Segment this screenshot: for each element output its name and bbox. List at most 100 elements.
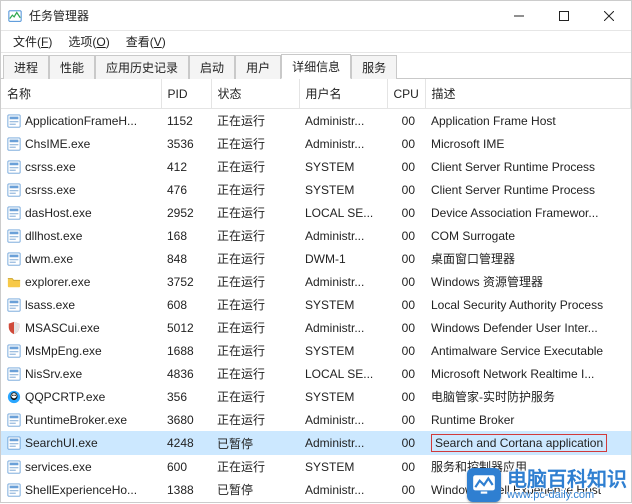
cell-state: 正在运行 [211, 316, 299, 339]
menu-file[interactable]: 文件(F) [5, 31, 60, 52]
table-row[interactable]: SearchUI.exe4248已暂停Administr...00Search … [1, 431, 631, 455]
tab-performance[interactable]: 性能 [49, 55, 95, 79]
app-icon [7, 8, 23, 24]
process-name: csrss.exe [25, 160, 76, 174]
process-icon [7, 252, 21, 266]
process-name: lsass.exe [25, 298, 75, 312]
tab-details[interactable]: 详细信息 [281, 54, 351, 79]
table-row[interactable]: dasHost.exe2952正在运行LOCAL SE...00Device A… [1, 201, 631, 224]
cell-state: 正在运行 [211, 293, 299, 316]
process-icon [7, 298, 21, 312]
cell-state: 正在运行 [211, 455, 299, 478]
maximize-button[interactable] [541, 1, 586, 31]
cell-user: SYSTEM [299, 455, 387, 478]
cell-cpu: 00 [387, 362, 425, 385]
column-cpu[interactable]: CPU [387, 79, 425, 109]
table-row[interactable]: RuntimeBroker.exe3680正在运行Administr...00R… [1, 408, 631, 431]
column-desc[interactable]: 描述 [425, 79, 631, 109]
cell-cpu: 00 [387, 109, 425, 133]
process-name: NisSrv.exe [25, 367, 82, 381]
table-row[interactable]: dwm.exe848正在运行DWM-100桌面窗口管理器 [1, 247, 631, 270]
cell-desc: Client Server Runtime Process [425, 155, 631, 178]
cell-user: Administr... [299, 408, 387, 431]
table-row[interactable]: explorer.exe3752正在运行Administr...00Window… [1, 270, 631, 293]
details-table: 名称 PID 状态 用户名 CPU 描述 ApplicationFrameH..… [1, 79, 631, 504]
table-row[interactable]: lsass.exe608正在运行SYSTEM00Local Security A… [1, 293, 631, 316]
cell-pid: 2952 [161, 201, 211, 224]
table-row[interactable]: ShellExperienceHo...1388已暂停Administr...0… [1, 478, 631, 501]
cell-pid: 608 [161, 293, 211, 316]
process-name: dwm.exe [25, 252, 73, 266]
minimize-button[interactable] [496, 1, 541, 31]
cell-user: Administr... [299, 316, 387, 339]
table-row[interactable]: MSASCui.exe5012正在运行Administr...00Windows… [1, 316, 631, 339]
process-name: MsMpEng.exe [25, 344, 102, 358]
cell-cpu: 00 [387, 431, 425, 455]
tab-processes[interactable]: 进程 [3, 55, 49, 79]
cell-desc: Windows Defender User Inter... [425, 316, 631, 339]
process-name: QQPCRTP.exe [25, 390, 105, 404]
cell-desc: Client Server Runtime Process [425, 178, 631, 201]
titlebar: 任务管理器 [1, 1, 631, 31]
table-row[interactable]: dllhost.exe168正在运行Administr...00COM Surr… [1, 224, 631, 247]
cell-cpu: 00 [387, 132, 425, 155]
process-name: csrss.exe [25, 183, 76, 197]
cell-pid: 168 [161, 224, 211, 247]
cell-pid: 3536 [161, 132, 211, 155]
process-name: services.exe [25, 460, 92, 474]
cell-state: 正在运行 [211, 339, 299, 362]
table-row[interactable]: services.exe600正在运行SYSTEM00服务和控制器应用 [1, 455, 631, 478]
process-icon [7, 229, 21, 243]
process-name: ShellExperienceHo... [25, 483, 137, 497]
cell-user: Administr... [299, 109, 387, 133]
cell-cpu: 00 [387, 270, 425, 293]
cell-pid: 356 [161, 385, 211, 408]
minimize-icon [514, 11, 524, 21]
column-state[interactable]: 状态 [211, 79, 299, 109]
tab-users[interactable]: 用户 [235, 55, 281, 79]
close-button[interactable] [586, 1, 631, 31]
cell-cpu: 00 [387, 408, 425, 431]
cell-cpu: 00 [387, 455, 425, 478]
cell-cpu: 00 [387, 178, 425, 201]
column-pid[interactable]: PID [161, 79, 211, 109]
process-icon [7, 114, 21, 128]
cell-cpu: 00 [387, 339, 425, 362]
menu-view[interactable]: 查看(V) [118, 31, 174, 52]
cell-user: Administr... [299, 431, 387, 455]
menu-options[interactable]: 选项(O) [60, 31, 117, 52]
table-row[interactable]: csrss.exe412正在运行SYSTEM00Client Server Ru… [1, 155, 631, 178]
cell-desc: Application Frame Host [425, 109, 631, 133]
process-name: dasHost.exe [25, 206, 92, 220]
cell-pid: 1152 [161, 109, 211, 133]
table-row[interactable]: ApplicationFrameH...1152正在运行Administr...… [1, 109, 631, 133]
cell-state: 正在运行 [211, 270, 299, 293]
tab-services[interactable]: 服务 [351, 55, 397, 79]
tab-app-history[interactable]: 应用历史记录 [95, 55, 189, 79]
table-row[interactable]: QQPCRTP.exe356正在运行SYSTEM00电脑管家-实时防护服务 [1, 385, 631, 408]
cell-state: 正在运行 [211, 155, 299, 178]
cell-cpu: 00 [387, 224, 425, 247]
table-row[interactable]: MsMpEng.exe1688正在运行SYSTEM00Antimalware S… [1, 339, 631, 362]
maximize-icon [559, 11, 569, 21]
column-user[interactable]: 用户名 [299, 79, 387, 109]
column-name[interactable]: 名称 [1, 79, 161, 109]
process-icon [7, 206, 21, 220]
table-row[interactable]: csrss.exe476正在运行SYSTEM00Client Server Ru… [1, 178, 631, 201]
cell-desc: Microsoft Network Realtime I... [425, 362, 631, 385]
cell-state: 正在运行 [211, 408, 299, 431]
tab-startup[interactable]: 启动 [189, 55, 235, 79]
column-header-row: 名称 PID 状态 用户名 CPU 描述 [1, 79, 631, 109]
table-row[interactable]: ChsIME.exe3536正在运行Administr...00Microsof… [1, 132, 631, 155]
cell-state: 正在运行 [211, 224, 299, 247]
process-name: ChsIME.exe [25, 137, 90, 151]
table-row[interactable]: NisSrv.exe4836正在运行LOCAL SE...00Microsoft… [1, 362, 631, 385]
cell-pid: 3680 [161, 408, 211, 431]
cell-state: 正在运行 [211, 178, 299, 201]
process-name: ApplicationFrameH... [25, 114, 137, 128]
cell-desc: Windows Shell Experience Host [425, 478, 631, 501]
process-name: SearchUI.exe [25, 436, 98, 450]
cell-state: 已暂停 [211, 478, 299, 501]
cell-pid: 600 [161, 455, 211, 478]
cell-state: 已暂停 [211, 431, 299, 455]
